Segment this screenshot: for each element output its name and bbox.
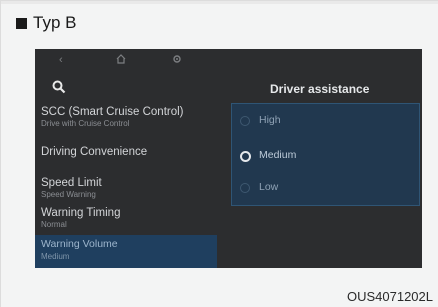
- figure-frame: Typ B ‹ SCC (Smart Cruise Control) Drive…: [0, 0, 438, 307]
- home-icon[interactable]: [115, 53, 127, 69]
- menu-item-scc[interactable]: SCC (Smart Cruise Control) Drive with Cr…: [41, 106, 226, 128]
- option-label: High: [259, 114, 281, 126]
- option-label: Low: [259, 181, 279, 193]
- menu-item-speed-limit[interactable]: Speed Limit Speed Warning: [41, 177, 226, 199]
- menu-item-title: SCC (Smart Cruise Control): [41, 106, 184, 118]
- nav-bar: ‹: [35, 49, 225, 73]
- option-low[interactable]: Low: [232, 173, 419, 203]
- back-arrow-icon[interactable]: ‹: [59, 53, 63, 67]
- radio-button[interactable]: [240, 116, 250, 126]
- option-label: Medium: [259, 149, 297, 161]
- option-high[interactable]: High: [232, 106, 419, 136]
- radio-button-selected[interactable]: [240, 151, 251, 162]
- bullet-square-icon: [16, 17, 27, 29]
- settings-gear-icon[interactable]: [171, 53, 183, 69]
- menu-item-subtitle: Drive with Cruise Control: [41, 119, 130, 128]
- menu-item-driving-convenience[interactable]: Driving Convenience: [41, 146, 226, 158]
- figure-code: OUS4071202L: [346, 289, 433, 304]
- top-rule: [1, 1, 438, 4]
- figure-heading: Typ B: [16, 13, 76, 33]
- menu-item-title: Driving Convenience: [41, 146, 148, 158]
- menu-item-subtitle: Normal: [41, 220, 67, 229]
- menu-item-warning-volume[interactable]: Warning Volume Medium: [35, 235, 217, 268]
- menu-item-warning-timing[interactable]: Warning Timing Normal: [41, 207, 226, 229]
- menu-item-title: Warning Volume: [41, 238, 118, 250]
- heading-text: Typ B: [33, 13, 77, 32]
- infotainment-screen: ‹ SCC (Smart Cruise Control) Drive with …: [35, 49, 422, 268]
- menu-item-subtitle: Medium: [41, 252, 70, 261]
- options-panel: High Medium Low: [231, 103, 420, 206]
- panel-title: Driver assistance: [270, 82, 370, 96]
- menu-item-title: Speed Limit: [41, 177, 102, 189]
- menu-item-title: Warning Timing: [41, 207, 121, 219]
- menu-item-subtitle: Speed Warning: [41, 190, 96, 199]
- option-medium[interactable]: Medium: [232, 141, 419, 171]
- radio-button[interactable]: [240, 183, 250, 193]
- search-icon[interactable]: [52, 80, 66, 94]
